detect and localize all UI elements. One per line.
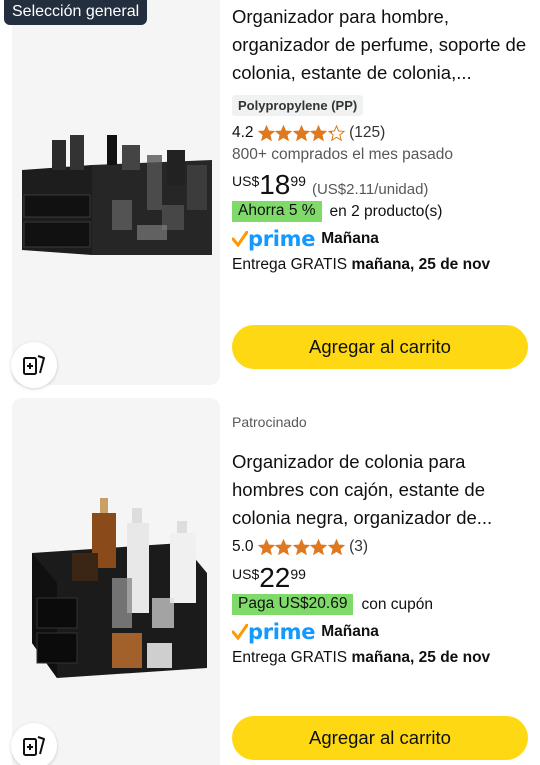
product-image[interactable] bbox=[12, 120, 220, 280]
selection-badge: Selección general bbox=[4, 0, 148, 25]
product-image-panel[interactable] bbox=[12, 0, 220, 385]
star-icon bbox=[257, 539, 275, 555]
star-icon bbox=[292, 125, 310, 141]
star-icon bbox=[275, 125, 293, 141]
product-image-panel[interactable] bbox=[12, 398, 220, 765]
star-icon bbox=[310, 125, 328, 141]
delivery-text: Entrega GRATIS mañana, 25 de nov bbox=[232, 256, 532, 274]
prime-delivery-day: Mañana bbox=[321, 623, 379, 640]
prime-delivery-day: Mañana bbox=[321, 230, 379, 247]
delivery-date: mañana, 25 de nov bbox=[351, 649, 491, 666]
delivery-date: mañana, 25 de nov bbox=[351, 256, 491, 273]
rating-value: 4.2 bbox=[232, 124, 254, 141]
material-tag: Polypropylene (PP) bbox=[232, 95, 364, 116]
price-whole: 18 bbox=[259, 169, 291, 200]
rating-row[interactable]: 5.0 (3) bbox=[232, 536, 532, 558]
star-icon bbox=[310, 539, 328, 555]
star-rating bbox=[257, 125, 346, 141]
rating-count[interactable]: (3) bbox=[349, 538, 368, 556]
product-info: Organizador para hombre, organizador de … bbox=[232, 3, 532, 274]
sponsored-label[interactable]: Patrocinado bbox=[232, 414, 532, 430]
prime-row: prime Mañana bbox=[232, 620, 532, 644]
bought-text: 800+ comprados el mes pasado bbox=[232, 146, 454, 163]
prime-word: prime bbox=[248, 620, 316, 644]
prime-word: prime bbox=[248, 227, 316, 251]
product-title[interactable]: Organizador para hombre, organizador de … bbox=[232, 3, 532, 87]
prime-check-icon bbox=[232, 624, 248, 640]
deal-row: Ahorra 5 % en 2 producto(s) bbox=[232, 201, 532, 222]
rating-row[interactable]: 4.2 (125) bbox=[232, 122, 532, 144]
star-icon bbox=[292, 539, 310, 555]
star-icon bbox=[275, 539, 293, 555]
prime-logo: prime bbox=[232, 227, 316, 251]
compare-button[interactable] bbox=[11, 342, 57, 388]
unit-price: (US$2.11/unidad) bbox=[311, 181, 429, 198]
coupon-suffix: con cupón bbox=[361, 595, 433, 613]
rating-value: 5.0 bbox=[232, 538, 254, 555]
product-card-1[interactable]: Selección general Organizador para hombr… bbox=[0, 0, 540, 390]
delivery-prefix: Entrega GRATIS bbox=[232, 649, 348, 666]
coupon-row: Paga US$20.69 con cupón bbox=[232, 594, 532, 615]
add-to-cart-button[interactable]: Agregar al carrito bbox=[232, 325, 528, 369]
star-icon bbox=[327, 539, 345, 555]
delivery-text: Entrega GRATIS mañana, 25 de nov bbox=[232, 649, 532, 667]
rating-count[interactable]: (125) bbox=[349, 124, 385, 142]
price-fraction: 99 bbox=[290, 566, 306, 582]
price: US$ 22 99 bbox=[232, 563, 532, 593]
price-whole: 22 bbox=[259, 562, 291, 593]
star-rating bbox=[257, 539, 346, 555]
product-info: Patrocinado Organizador de colonia para … bbox=[232, 414, 532, 667]
price: US$ 18 99 (US$2.11/unidad) bbox=[232, 170, 532, 200]
prime-check-icon bbox=[232, 231, 248, 247]
product-title[interactable]: Organizador de colonia para hombres con … bbox=[232, 448, 532, 532]
price-fraction: 99 bbox=[290, 173, 306, 189]
add-to-cart-button[interactable]: Agregar al carrito bbox=[232, 716, 528, 760]
product-image[interactable] bbox=[12, 493, 220, 693]
coupon-badge: Paga US$20.69 bbox=[232, 594, 354, 615]
price-currency: US$ bbox=[232, 173, 260, 189]
deal-badge: Ahorra 5 % bbox=[232, 201, 322, 222]
compare-button[interactable] bbox=[11, 723, 57, 765]
star-icon bbox=[257, 125, 275, 141]
delivery-prefix: Entrega GRATIS bbox=[232, 256, 348, 273]
prime-logo: prime bbox=[232, 620, 316, 644]
deal-suffix: en 2 producto(s) bbox=[329, 202, 443, 220]
prime-row: prime Mañana bbox=[232, 227, 532, 251]
product-card-2[interactable]: Patrocinado Organizador de colonia para … bbox=[0, 398, 540, 765]
compare-cards-icon bbox=[23, 355, 45, 375]
price-currency: US$ bbox=[232, 566, 260, 582]
compare-cards-icon bbox=[23, 736, 45, 756]
star-icon bbox=[327, 125, 345, 141]
